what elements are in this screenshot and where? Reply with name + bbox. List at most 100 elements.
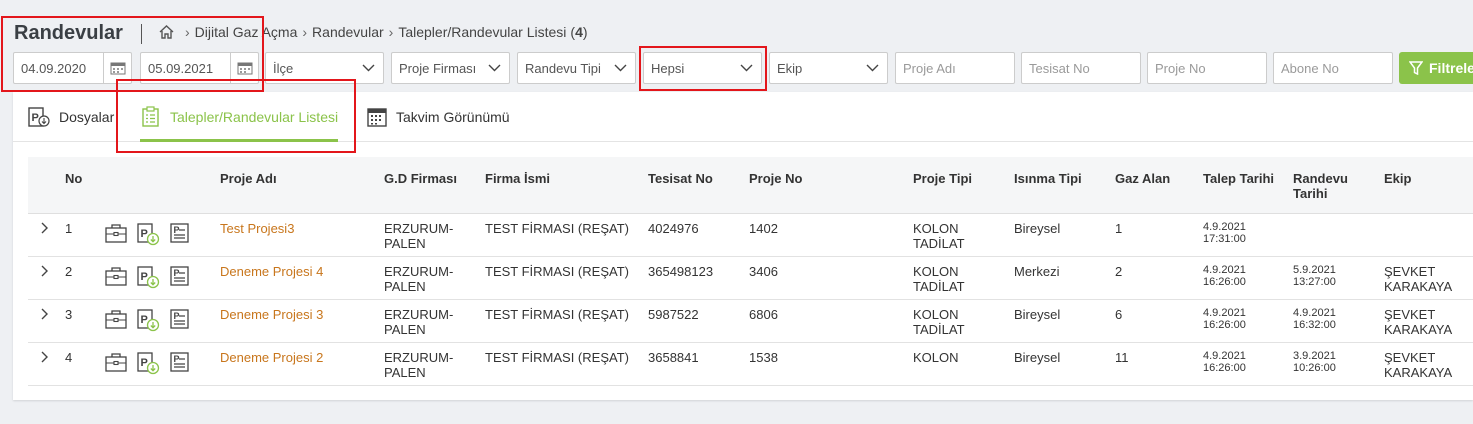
status-select[interactable]: Hepsi xyxy=(643,52,762,84)
calendar-icon xyxy=(367,108,387,127)
ekip-select[interactable]: Ekip xyxy=(769,52,888,84)
tab-dosyalar[interactable]: P Dosyalar xyxy=(27,106,114,128)
table-row[interactable]: P P 3 Deneme Projesi 3 TEST FİRMASI (REŞAT… xyxy=(28,300,1473,343)
cell-firma-ismi: TEST FİRMASI (REŞAT) xyxy=(485,264,629,279)
col-firma-ismi[interactable]: Firma İsmi xyxy=(485,171,550,186)
project-document-icon[interactable]: P xyxy=(168,222,192,251)
tab-takvim-gorunumu[interactable]: Takvim Görünümü xyxy=(366,106,510,128)
home-icon[interactable] xyxy=(158,24,175,40)
project-document-icon[interactable]: P xyxy=(168,265,192,294)
tab-talepler-randevular-label: Talepler/Randevular Listesi xyxy=(170,109,339,125)
cell-gd-firmasi-line2: PALEN xyxy=(384,279,426,294)
calendar-icon[interactable] xyxy=(230,53,258,83)
proje-adi-input[interactable]: Proje Adı xyxy=(895,52,1015,84)
briefcase-icon[interactable] xyxy=(104,308,128,337)
chevron-down-icon xyxy=(866,64,879,72)
project-download-icon[interactable]: P xyxy=(136,222,160,251)
breadcrumb-item-randevular[interactable]: Randevular xyxy=(312,24,384,40)
cell-proje-tipi: KOLON xyxy=(913,350,959,365)
col-isinma-tipi[interactable]: Isınma Tipi xyxy=(1014,171,1082,186)
ilce-select[interactable]: İlçe xyxy=(265,52,384,84)
col-gd-firmasi[interactable]: G.D Firması xyxy=(384,171,457,186)
briefcase-icon[interactable] xyxy=(104,351,128,380)
col-gaz-alan[interactable]: Gaz Alan xyxy=(1115,171,1170,186)
project-download-icon[interactable]: P xyxy=(136,265,160,294)
table-row[interactable]: P P 4 Deneme Projesi 2 TEST FİRMASI (REŞAT… xyxy=(28,343,1473,386)
cell-gd-firmasi: ERZURUM- PALEN xyxy=(384,307,453,337)
cell-randevu-tarihi-line2: 16:32:00 xyxy=(1293,319,1336,331)
cell-gd-firmasi-line1: ERZURUM- xyxy=(384,221,454,236)
tesisat-no-input[interactable]: Tesisat No xyxy=(1021,52,1141,84)
cell-randevu-tarihi: 4.9.2021 16:32:00 xyxy=(1293,307,1336,331)
cell-proje-adi[interactable]: Test Projesi3 xyxy=(220,221,294,236)
project-document-icon[interactable]: P xyxy=(168,308,192,337)
col-randevu-tarihi[interactable]: Randevu Tarihi xyxy=(1293,171,1348,201)
cell-no: 3 xyxy=(65,307,73,322)
cell-isinma-tipi: Merkezi xyxy=(1014,264,1060,279)
cell-ekip-line2: KARAKAYA xyxy=(1384,365,1453,380)
col-no[interactable]: No xyxy=(65,171,82,186)
breadcrumb-item-dijital-gaz-acma[interactable]: Dijital Gaz Açma xyxy=(195,24,298,40)
svg-text:P: P xyxy=(141,314,148,326)
date-to-field[interactable]: 05.09.2021 xyxy=(140,52,259,84)
cell-gd-firmasi: ERZURUM- PALEN xyxy=(384,221,453,251)
cell-ekip: ŞEVKET KARAKAYA xyxy=(1384,307,1452,337)
project-document-icon[interactable]: P xyxy=(168,351,192,380)
project-download-icon[interactable]: P xyxy=(136,351,160,380)
date-from-field[interactable]: 04.09.2020 xyxy=(13,52,132,84)
cell-proje-tipi-line2: TADİLAT xyxy=(913,279,965,294)
col-tesisat-no[interactable]: Tesisat No xyxy=(648,171,713,186)
chevron-right-icon: › xyxy=(302,24,308,40)
expand-row-icon[interactable] xyxy=(40,351,50,366)
cell-randevu-tarihi-line1: 3.9.2021 xyxy=(1293,350,1336,362)
cell-proje-adi[interactable]: Deneme Projesi 4 xyxy=(220,264,323,279)
project-download-icon[interactable]: P xyxy=(136,308,160,337)
calendar-icon[interactable] xyxy=(103,53,131,83)
expand-row-icon[interactable] xyxy=(40,265,50,280)
svg-text:P: P xyxy=(141,357,148,369)
cell-talep-tarihi-line1: 4.9.2021 xyxy=(1203,307,1246,319)
row-actions: P P xyxy=(104,351,192,380)
cell-talep-tarihi-line2: 16:26:00 xyxy=(1203,362,1246,374)
cell-proje-tipi: KOLON TADİLAT xyxy=(913,221,965,251)
briefcase-icon[interactable] xyxy=(104,265,128,294)
cell-proje-no: 3406 xyxy=(749,264,778,279)
table-row[interactable]: P P 2 Deneme Projesi 4 TEST FİRMASI (REŞAT… xyxy=(28,257,1473,300)
cell-talep-tarihi-line2: 17:31:00 xyxy=(1203,233,1246,245)
briefcase-icon[interactable] xyxy=(104,222,128,251)
cell-proje-adi[interactable]: Deneme Projesi 2 xyxy=(220,350,323,365)
status-select-value: Hepsi xyxy=(651,60,685,76)
cell-ekip-line1: ŞEVKET xyxy=(1384,307,1436,322)
proje-firmasi-value: Proje Firması xyxy=(399,60,477,76)
abone-no-input[interactable]: Abone No xyxy=(1273,52,1393,84)
chevron-right-icon: › xyxy=(185,24,190,40)
col-randevu-tarihi-line1: Randevu xyxy=(1293,171,1348,186)
cell-firma-ismi: TEST FİRMASI (REŞAT) xyxy=(485,350,629,365)
proje-firmasi-select[interactable]: Proje Firması xyxy=(391,52,510,84)
abone-no-placeholder: Abone No xyxy=(1281,60,1339,76)
cell-randevu-tarihi-line1: 5.9.2021 xyxy=(1293,264,1336,276)
cell-ekip-line1: ŞEVKET xyxy=(1384,350,1436,365)
col-ekip[interactable]: Ekip xyxy=(1384,171,1411,186)
cell-gd-firmasi-line1: ERZURUM- xyxy=(384,350,454,365)
tab-talepler-randevular[interactable]: Talepler/Randevular Listesi xyxy=(140,106,338,128)
cell-gd-firmasi-line1: ERZURUM- xyxy=(384,264,454,279)
col-proje-tipi[interactable]: Proje Tipi xyxy=(913,171,972,186)
cell-proje-adi[interactable]: Deneme Projesi 3 xyxy=(220,307,323,322)
expand-row-icon[interactable] xyxy=(40,308,50,323)
cell-talep-tarihi-line2: 16:26:00 xyxy=(1203,319,1246,331)
cell-proje-tipi-line2: TADİLAT xyxy=(913,236,965,251)
cell-isinma-tipi: Bireysel xyxy=(1014,307,1061,322)
randevu-tipi-select[interactable]: Randevu Tipi xyxy=(517,52,636,84)
cell-talep-tarihi-line1: 4.9.2021 xyxy=(1203,221,1246,233)
col-talep-tarihi[interactable]: Talep Tarihi xyxy=(1203,171,1274,186)
expand-row-icon[interactable] xyxy=(40,222,50,237)
col-proje-no[interactable]: Proje No xyxy=(749,171,802,186)
filter-button[interactable]: Filtrele xyxy=(1399,52,1473,84)
proje-no-input[interactable]: Proje No xyxy=(1147,52,1267,84)
cell-gd-firmasi-line1: ERZURUM- xyxy=(384,307,454,322)
cell-proje-tipi-line2: TADİLAT xyxy=(913,322,965,337)
cell-talep-tarihi-line1: 4.9.2021 xyxy=(1203,264,1246,276)
col-proje-adi[interactable]: Proje Adı xyxy=(220,171,277,186)
table-row[interactable]: P P 1 Test Projesi3 TEST FİRMASI (REŞAT) 40… xyxy=(28,214,1473,257)
